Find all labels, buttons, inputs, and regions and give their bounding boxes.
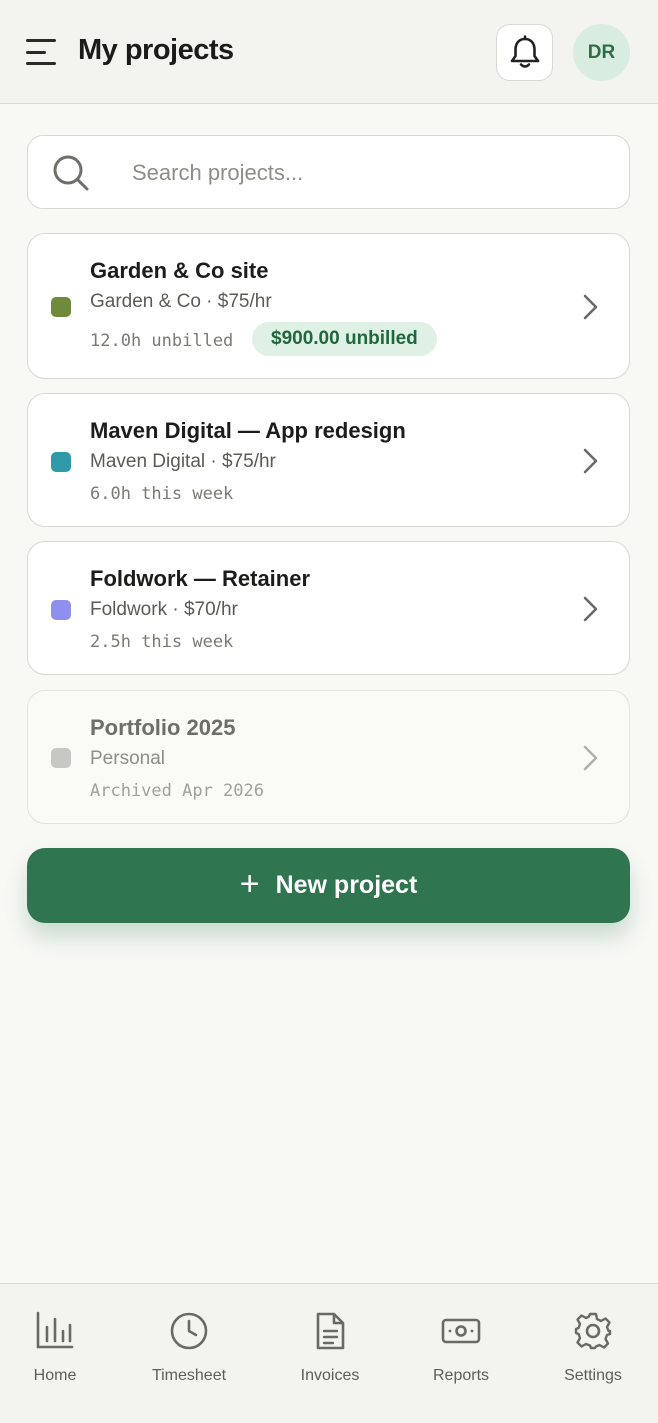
- project-color-swatch: [51, 297, 71, 317]
- project-name: Portfolio 2025: [90, 715, 236, 740]
- project-name: Maven Digital — App redesign: [90, 418, 406, 443]
- nav-item-invoices[interactable]: Invoices: [275, 1284, 385, 1423]
- unbilled-amount-badge: $900.00 unbilled: [252, 322, 437, 356]
- bottom-navigation: Home Timesheet Invoices Reports Settings: [0, 1283, 658, 1423]
- chevron-right-icon: [583, 596, 598, 622]
- bell-icon: [510, 34, 539, 68]
- chevron-right-icon: [583, 745, 598, 771]
- nav-label: Invoices: [300, 1367, 360, 1384]
- project-card-maven-digital[interactable]: Maven Digital — App redesign Maven Digit…: [27, 393, 630, 527]
- avatar[interactable]: DR: [573, 24, 630, 81]
- plus-icon: +: [239, 864, 260, 903]
- project-hours: 6.0h this week: [90, 484, 234, 504]
- nav-label: Home: [33, 1367, 77, 1384]
- bar-chart-icon: [36, 1311, 74, 1349]
- search-input[interactable]: [132, 154, 612, 192]
- app-header: My projects DR: [0, 0, 658, 104]
- project-card-portfolio-2025[interactable]: Portfolio 2025 Personal Archived Apr 202…: [27, 690, 630, 824]
- project-client-rate: Personal: [90, 748, 165, 769]
- chevron-right-icon: [583, 294, 598, 320]
- nav-label: Reports: [432, 1367, 490, 1384]
- project-archived-date: Archived Apr 2026: [90, 781, 264, 801]
- search-bar[interactable]: [27, 135, 630, 209]
- nav-label: Settings: [564, 1367, 622, 1384]
- project-color-swatch: [51, 600, 71, 620]
- new-project-button[interactable]: + New project: [27, 848, 630, 923]
- nav-item-settings[interactable]: Settings: [538, 1284, 648, 1423]
- project-client-rate: Maven Digital · $75/hr: [90, 451, 276, 472]
- project-hours: 12.0h unbilled: [90, 331, 234, 351]
- nav-item-home[interactable]: Home: [0, 1284, 110, 1423]
- nav-item-timesheet[interactable]: Timesheet: [134, 1284, 244, 1423]
- search-icon: [53, 155, 89, 191]
- notifications-button[interactable]: [496, 24, 553, 81]
- clock-icon: [170, 1312, 208, 1350]
- page-title: My projects: [78, 34, 234, 66]
- project-client-rate: Foldwork · $70/hr: [90, 599, 238, 620]
- project-name: Garden & Co site: [90, 258, 269, 283]
- hamburger-menu-icon[interactable]: [24, 36, 60, 68]
- gear-icon: [574, 1312, 612, 1350]
- project-hours: 2.5h this week: [90, 632, 234, 652]
- nav-label: Timesheet: [151, 1367, 227, 1384]
- project-color-swatch: [51, 748, 71, 768]
- project-card-foldwork[interactable]: Foldwork — Retainer Foldwork · $70/hr 2.…: [27, 541, 630, 675]
- document-icon: [316, 1312, 345, 1350]
- project-client-rate: Garden & Co · $75/hr: [90, 291, 272, 312]
- project-name: Foldwork — Retainer: [90, 566, 311, 591]
- new-project-label: New project: [275, 871, 418, 899]
- project-color-swatch: [51, 452, 71, 472]
- chevron-right-icon: [583, 448, 598, 474]
- project-card-garden-co[interactable]: Garden & Co site Garden & Co · $75/hr 12…: [27, 233, 630, 379]
- nav-item-reports[interactable]: Reports: [406, 1284, 516, 1423]
- banknote-icon: [441, 1318, 481, 1344]
